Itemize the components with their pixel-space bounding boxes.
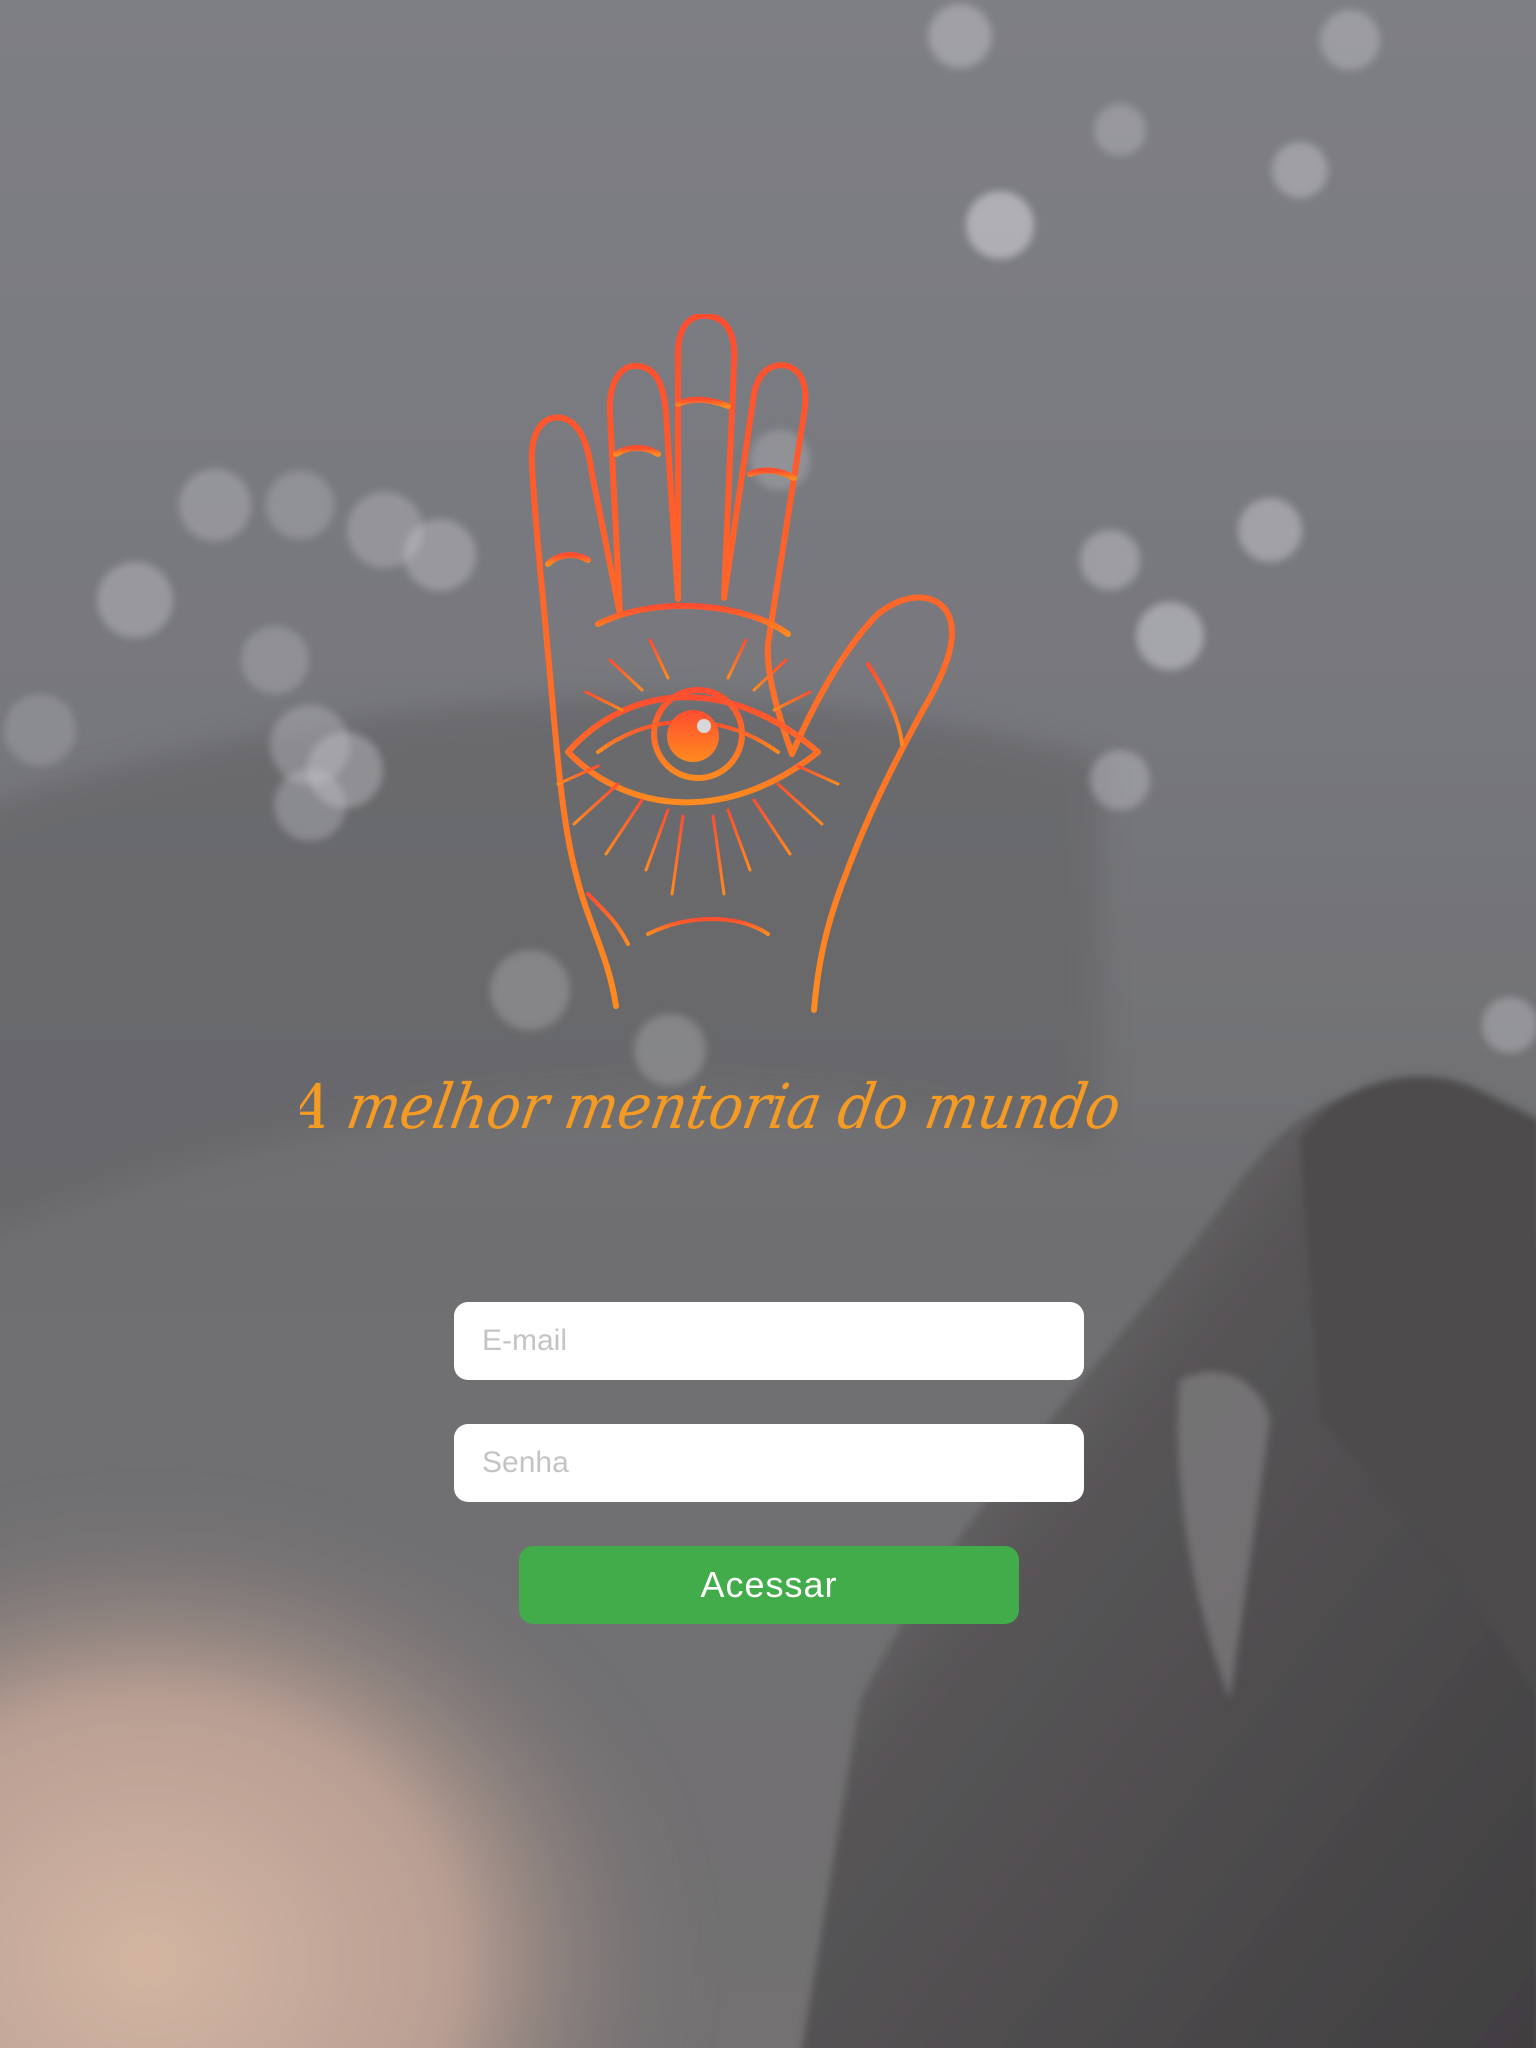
login-form: Acessar — [454, 1302, 1084, 1624]
email-field[interactable] — [454, 1302, 1084, 1380]
hand-eye-icon — [528, 312, 1018, 1014]
tagline: A melhor mentoria do mundo — [279, 1050, 1200, 1160]
background-photo — [0, 0, 1536, 2048]
login-button[interactable]: Acessar — [519, 1546, 1019, 1624]
tagline-text: A melhor mentoria do mundo — [300, 1070, 1126, 1142]
password-field[interactable] — [454, 1424, 1084, 1502]
